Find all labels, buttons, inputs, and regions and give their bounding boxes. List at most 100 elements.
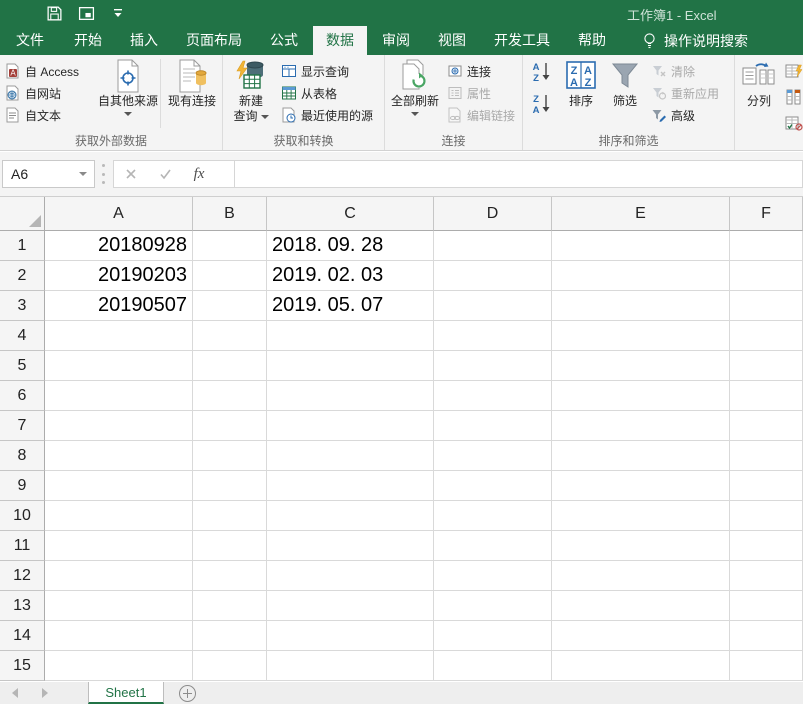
- cell-A7[interactable]: [45, 411, 193, 441]
- tab-view[interactable]: 视图: [425, 26, 479, 55]
- cell-D11[interactable]: [434, 531, 552, 561]
- existing-connections-button[interactable]: 现有连接: [163, 58, 221, 109]
- cell-B1[interactable]: [193, 231, 267, 261]
- connections-button[interactable]: 连接: [445, 61, 517, 81]
- cell-B7[interactable]: [193, 411, 267, 441]
- tab-developer[interactable]: 开发工具: [481, 26, 563, 55]
- properties-button[interactable]: 属性: [445, 83, 517, 103]
- cell-A1[interactable]: 20180928: [45, 231, 193, 261]
- cell-B12[interactable]: [193, 561, 267, 591]
- save-button[interactable]: [44, 3, 64, 23]
- cell-B13[interactable]: [193, 591, 267, 621]
- column-header-F[interactable]: F: [730, 197, 803, 231]
- refresh-all-button[interactable]: 全部刷新: [389, 58, 441, 116]
- cell-F8[interactable]: [730, 441, 803, 471]
- column-header-B[interactable]: B: [193, 197, 267, 231]
- cell-C7[interactable]: [267, 411, 434, 441]
- cell-D2[interactable]: [434, 261, 552, 291]
- cell-A11[interactable]: [45, 531, 193, 561]
- tab-data[interactable]: 数据: [313, 26, 367, 55]
- cell-F7[interactable]: [730, 411, 803, 441]
- cell-D14[interactable]: [434, 621, 552, 651]
- cell-A3[interactable]: 20190507: [45, 291, 193, 321]
- cell-B3[interactable]: [193, 291, 267, 321]
- cell-C9[interactable]: [267, 471, 434, 501]
- cell-C10[interactable]: [267, 501, 434, 531]
- cell-B4[interactable]: [193, 321, 267, 351]
- cell-D9[interactable]: [434, 471, 552, 501]
- from-other-sources-button[interactable]: 自其他来源: [98, 58, 158, 116]
- row-header-9[interactable]: 9: [0, 471, 45, 501]
- cell-A12[interactable]: [45, 561, 193, 591]
- cell-E2[interactable]: [552, 261, 730, 291]
- cell-A10[interactable]: [45, 501, 193, 531]
- cell-E13[interactable]: [552, 591, 730, 621]
- remove-duplicates-button[interactable]: [783, 87, 803, 107]
- cell-B14[interactable]: [193, 621, 267, 651]
- tab-insert[interactable]: 插入: [117, 26, 171, 55]
- cell-D1[interactable]: [434, 231, 552, 261]
- column-header-D[interactable]: D: [434, 197, 552, 231]
- row-header-12[interactable]: 12: [0, 561, 45, 591]
- cell-D4[interactable]: [434, 321, 552, 351]
- cell-F11[interactable]: [730, 531, 803, 561]
- sort-button[interactable]: ZAAZ 排序: [559, 58, 603, 109]
- cell-C12[interactable]: [267, 561, 434, 591]
- customize-qat-button[interactable]: [108, 3, 128, 23]
- row-header-3[interactable]: 3: [0, 291, 45, 321]
- cell-D12[interactable]: [434, 561, 552, 591]
- from-web-button[interactable]: 自网站: [3, 83, 81, 103]
- cell-B11[interactable]: [193, 531, 267, 561]
- row-header-7[interactable]: 7: [0, 411, 45, 441]
- formula-bar-resize-handle[interactable]: [101, 164, 105, 184]
- column-header-C[interactable]: C: [267, 197, 434, 231]
- cell-F3[interactable]: [730, 291, 803, 321]
- from-table-button[interactable]: 从表格: [279, 83, 375, 103]
- text-to-columns-button[interactable]: 分列: [738, 58, 780, 109]
- cell-E6[interactable]: [552, 381, 730, 411]
- cell-B15[interactable]: [193, 651, 267, 681]
- cell-A8[interactable]: [45, 441, 193, 471]
- cell-D15[interactable]: [434, 651, 552, 681]
- sort-descending-button[interactable]: ZA: [529, 92, 555, 116]
- cell-D6[interactable]: [434, 381, 552, 411]
- cell-F15[interactable]: [730, 651, 803, 681]
- new-query-button[interactable]: 新建 查询: [227, 58, 275, 124]
- cell-C13[interactable]: [267, 591, 434, 621]
- cell-C5[interactable]: [267, 351, 434, 381]
- select-all-corner[interactable]: [0, 197, 45, 231]
- cell-D3[interactable]: [434, 291, 552, 321]
- insert-function-button[interactable]: fx: [182, 161, 216, 187]
- cell-E8[interactable]: [552, 441, 730, 471]
- row-header-14[interactable]: 14: [0, 621, 45, 651]
- tab-review[interactable]: 审阅: [369, 26, 423, 55]
- cell-B5[interactable]: [193, 351, 267, 381]
- cell-F4[interactable]: [730, 321, 803, 351]
- touch-mouse-mode-button[interactable]: [76, 3, 96, 23]
- row-header-5[interactable]: 5: [0, 351, 45, 381]
- cell-F9[interactable]: [730, 471, 803, 501]
- row-header-6[interactable]: 6: [0, 381, 45, 411]
- cell-E15[interactable]: [552, 651, 730, 681]
- sheet-nav-next-button[interactable]: [30, 682, 60, 704]
- row-header-11[interactable]: 11: [0, 531, 45, 561]
- row-header-15[interactable]: 15: [0, 651, 45, 681]
- cell-E11[interactable]: [552, 531, 730, 561]
- new-sheet-button[interactable]: [164, 682, 210, 704]
- column-header-A[interactable]: A: [45, 197, 193, 231]
- cell-D13[interactable]: [434, 591, 552, 621]
- from-access-button[interactable]: A 自 Access: [3, 61, 81, 81]
- cell-F12[interactable]: [730, 561, 803, 591]
- cell-C8[interactable]: [267, 441, 434, 471]
- tab-page-layout[interactable]: 页面布局: [173, 26, 255, 55]
- cell-E9[interactable]: [552, 471, 730, 501]
- tab-formulas[interactable]: 公式: [257, 26, 311, 55]
- sort-ascending-button[interactable]: AZ: [529, 60, 555, 84]
- cell-F14[interactable]: [730, 621, 803, 651]
- cell-F1[interactable]: [730, 231, 803, 261]
- cell-E1[interactable]: [552, 231, 730, 261]
- advanced-filter-button[interactable]: 高级: [649, 105, 721, 125]
- cell-D7[interactable]: [434, 411, 552, 441]
- clear-filter-button[interactable]: 清除: [649, 61, 721, 81]
- cell-A4[interactable]: [45, 321, 193, 351]
